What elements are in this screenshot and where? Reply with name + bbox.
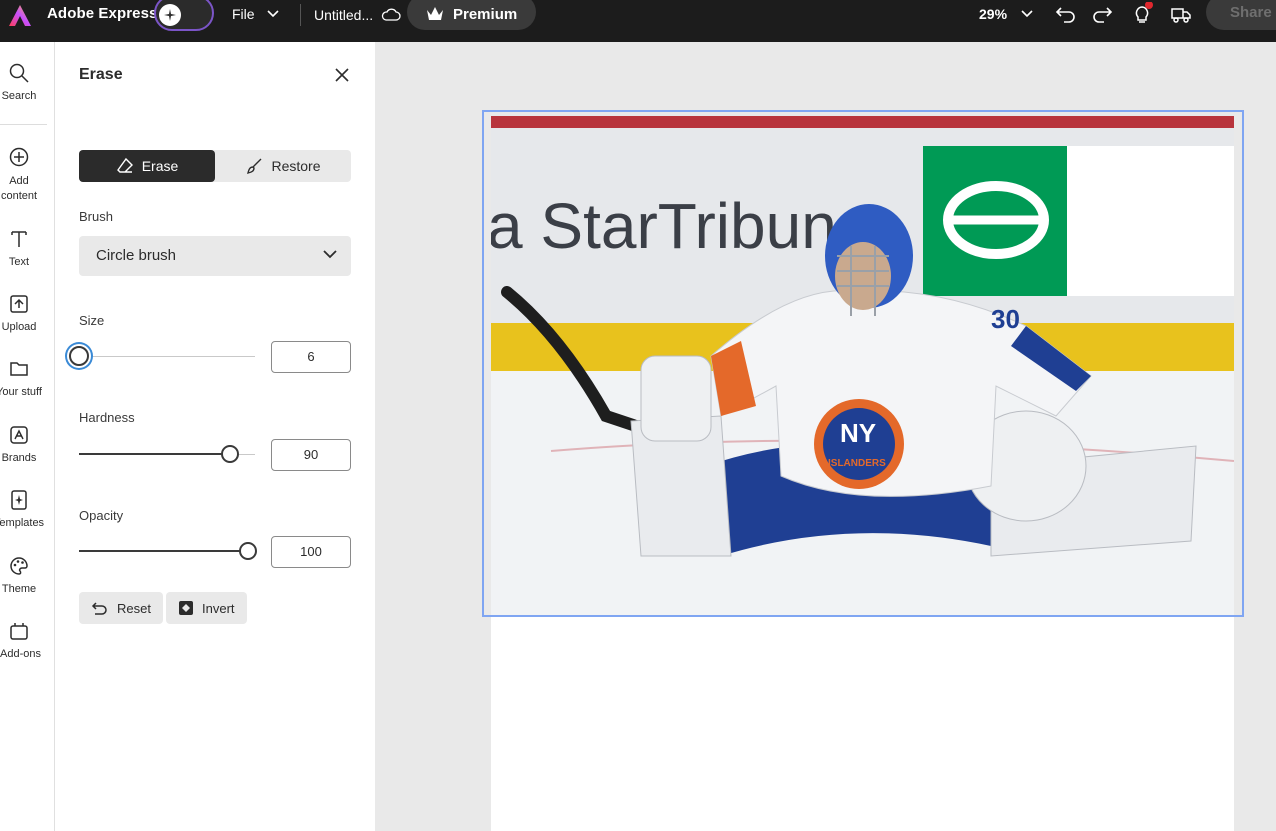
eraser-icon <box>116 157 133 173</box>
rail-label-brands: Brands <box>1 452 37 464</box>
brush-select[interactable]: Circle brush <box>79 236 351 276</box>
size-label: Size <box>79 313 105 328</box>
addons-icon <box>10 623 28 640</box>
palette-icon <box>10 557 28 575</box>
folder-icon <box>10 362 28 376</box>
rail-label-add-ons: Add-ons <box>0 648 41 660</box>
undo-icon[interactable] <box>1055 3 1077 25</box>
opacity-input[interactable]: 100 <box>271 536 351 568</box>
rail-label-add-content: Add content <box>0 175 38 202</box>
rail-label-theme: Theme <box>1 583 37 595</box>
search-icon <box>9 63 29 83</box>
top-bar: Adobe Express File Untitled... Premium 2… <box>0 0 1276 42</box>
rail-item-your-stuff[interactable]: Your stuff <box>0 358 44 398</box>
chevron-down-icon <box>1021 10 1033 18</box>
document-title[interactable]: Untitled... <box>314 7 401 23</box>
slider-fill <box>79 550 248 552</box>
rail-label-your-stuff: Your stuff <box>0 386 42 398</box>
invert-label: Invert <box>202 600 235 616</box>
redo-icon[interactable] <box>1091 3 1113 25</box>
panel-title: Erase <box>79 66 123 83</box>
rail-item-templates[interactable]: Templates <box>0 489 46 529</box>
generative-ai-button[interactable] <box>154 0 214 31</box>
brush-select-value: Circle brush <box>96 247 177 264</box>
rail-item-theme[interactable]: Theme <box>0 555 38 595</box>
tab-restore[interactable]: Restore <box>215 150 351 182</box>
divider <box>300 4 301 26</box>
reset-icon <box>91 602 107 615</box>
brush-icon <box>247 158 262 174</box>
left-rail: Search Add content Text Upload Your stuff… <box>0 42 55 831</box>
plus-circle-icon <box>9 147 29 167</box>
brand-icon <box>10 426 28 444</box>
selection-frame[interactable] <box>482 110 1244 617</box>
erase-panel: Erase Erase Restore Brush Circle brush S… <box>55 42 375 831</box>
slider-thumb[interactable] <box>221 445 240 463</box>
sparkle-icon <box>159 4 181 26</box>
tab-restore-label: Restore <box>271 158 321 174</box>
chevron-down-icon <box>323 250 337 259</box>
premium-label: Premium <box>453 5 518 23</box>
zoom-dropdown[interactable]: 29% <box>979 6 1033 22</box>
file-menu[interactable]: File <box>232 6 279 22</box>
file-label: File <box>232 6 255 22</box>
hardness-slider[interactable] <box>79 443 255 467</box>
crown-icon <box>427 7 443 20</box>
close-icon[interactable] <box>333 66 351 84</box>
text-icon <box>11 231 27 247</box>
share-button[interactable]: Share <box>1206 0 1276 30</box>
tab-erase-label: Erase <box>141 158 179 174</box>
rail-divider <box>0 124 47 125</box>
cloud-icon <box>381 8 401 21</box>
canvas-area: a StarTribune 30 NY ISLANDERS <box>375 42 1276 831</box>
reset-button[interactable]: Reset <box>79 592 163 624</box>
app-title[interactable]: Adobe Express <box>47 5 158 22</box>
rail-item-add-content[interactable]: Add content <box>0 146 38 204</box>
rail-label-upload: Upload <box>1 321 37 333</box>
hardness-label: Hardness <box>79 410 135 425</box>
reset-label: Reset <box>117 600 151 616</box>
rail-item-text[interactable]: Text <box>0 228 38 268</box>
slider-fill <box>79 453 231 455</box>
erase-restore-toggle: Erase Restore <box>79 150 351 182</box>
invert-button[interactable]: Invert <box>166 592 247 624</box>
size-slider[interactable] <box>69 345 255 369</box>
slider-thumb[interactable] <box>69 346 89 366</box>
rail-item-upload[interactable]: Upload <box>0 293 38 333</box>
adobe-express-logo[interactable] <box>6 2 34 30</box>
chevron-down-icon <box>266 10 279 18</box>
rail-label-text: Text <box>8 256 30 268</box>
delivery-truck-icon[interactable] <box>1170 3 1192 25</box>
brush-label: Brush <box>79 209 113 224</box>
slider-track <box>79 356 255 357</box>
rail-item-brands[interactable]: Brands <box>0 424 38 464</box>
premium-button[interactable]: Premium <box>407 0 536 30</box>
templates-icon <box>11 490 27 510</box>
tab-erase[interactable]: Erase <box>79 150 215 182</box>
document-title-text: Untitled... <box>314 7 374 23</box>
rail-item-add-ons[interactable]: Add-ons <box>0 620 41 660</box>
opacity-label: Opacity <box>79 508 124 523</box>
opacity-slider[interactable] <box>79 540 257 564</box>
zoom-level: 29% <box>979 6 1008 22</box>
rail-item-search[interactable]: Search <box>0 62 38 102</box>
upload-icon <box>10 295 28 313</box>
slider-thumb[interactable] <box>238 542 257 560</box>
invert-icon <box>179 601 193 615</box>
rail-label-search: Search <box>1 90 37 102</box>
size-input[interactable]: 6 <box>271 341 351 373</box>
lightbulb-icon[interactable] <box>1130 2 1154 26</box>
rail-label-templates: Templates <box>0 517 45 529</box>
hardness-input[interactable]: 90 <box>271 439 351 471</box>
